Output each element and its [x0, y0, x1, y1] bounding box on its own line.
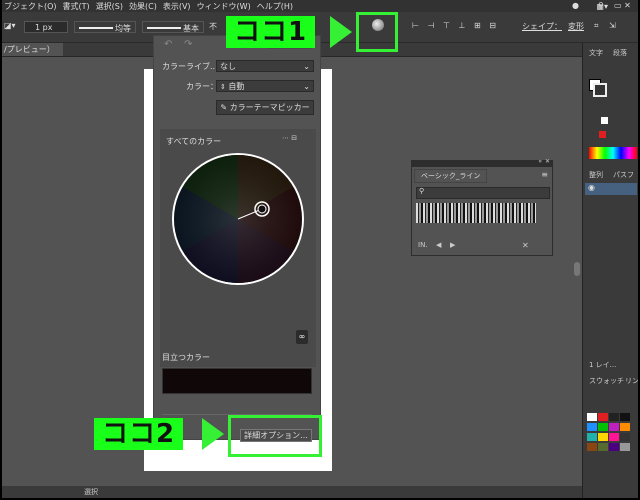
right-dock: 文字 段落 整列 パスファ ◉ 1 レイ... スウォッチ リン	[582, 43, 638, 498]
color-library-dropdown[interactable]: なし ⌄	[216, 60, 314, 72]
prominent-colors-label: 目立つカラー	[162, 353, 210, 362]
stroke-width-value: 1 px	[35, 23, 53, 32]
callout-1-highlight	[356, 12, 398, 52]
small-swatch-red[interactable]	[599, 131, 606, 138]
visibility-icon[interactable]: ◉	[588, 183, 595, 192]
tab-character[interactable]: 文字	[589, 47, 603, 59]
tab-swatches[interactable]: スウォッチ	[589, 375, 624, 387]
brush-search-input[interactable]: ⚲	[416, 187, 550, 199]
prominent-colors-bar[interactable]	[162, 368, 312, 394]
brush-library-menu-icon[interactable]: IN.	[418, 241, 428, 249]
chevron-down-icon: ⌄	[303, 82, 310, 91]
color-count-dropdown[interactable]: ⇕ 自動 ⌄	[216, 80, 314, 92]
color-wheel[interactable]	[170, 151, 306, 287]
color-library-value: なし	[220, 62, 236, 71]
menu-item-select[interactable]: 選択(S)	[96, 1, 123, 12]
stroke-profile-label: 均等	[115, 24, 131, 33]
callout-1: ココ1	[226, 16, 354, 48]
color-count-label: カラー：	[186, 82, 218, 91]
tab-pathfinder[interactable]: パスファ	[613, 169, 638, 191]
close-icon[interactable]: ✕	[545, 158, 550, 165]
stroke-icon[interactable]: ◪▾	[4, 21, 16, 33]
stroke-profile-dropdown[interactable]: 均等	[74, 21, 136, 33]
layers-count-label: 1 レイ...	[589, 361, 617, 369]
spectrum-bar[interactable]	[589, 147, 637, 159]
color-count-value: 自動	[228, 82, 245, 91]
brush-panel-header: » ✕	[412, 158, 552, 167]
menu-item-type[interactable]: 書式(T)	[63, 1, 90, 12]
tab-links[interactable]: リン	[625, 375, 638, 387]
color-library-label: カラーライブ...	[162, 62, 218, 71]
next-library-icon[interactable]: ▶	[450, 241, 455, 249]
callout-2-highlight	[228, 415, 322, 457]
vertical-scrollbar[interactable]	[574, 262, 580, 276]
align-icons[interactable]: ⊢ ⊣ ⊤ ⊥ ⊞ ⊟	[412, 21, 499, 33]
brush-thumbnails[interactable]	[416, 203, 536, 223]
small-swatch-white[interactable]	[601, 117, 608, 124]
chevron-down-icon: ⌄	[303, 62, 310, 71]
layer-row[interactable]: ◉	[585, 183, 637, 195]
recolor-panel: ↶ ↷ リセット カラーライブ... なし ⌄ カラー： ⇕ 自動 ⌄ ✎ カラ…	[153, 35, 321, 442]
all-colors-label: すべてのカラー	[166, 137, 222, 146]
brush-definition-dropdown[interactable]: 基本	[142, 21, 204, 33]
stepper-icon: ⇕	[220, 83, 226, 91]
remove-brush-icon[interactable]: ✕	[522, 241, 529, 250]
app-window: ブジェクト(O) 書式(T) 選択(S) 効果(C) 表示(V) ウィンドウ(W…	[2, 0, 638, 498]
search-icon: ⚲	[419, 187, 425, 195]
panel-menu-icon[interactable]: ≡	[541, 170, 548, 179]
prev-library-icon[interactable]: ◀	[436, 241, 441, 249]
swatch-grid[interactable]	[587, 413, 637, 473]
transform-label[interactable]: 変形	[568, 21, 584, 33]
link-harmony-icon[interactable]: ∞	[296, 330, 308, 344]
callout-2-arrow	[202, 418, 224, 450]
status-tool: 選択	[84, 488, 98, 496]
status-bar: 選択	[2, 486, 582, 498]
opacity-label: 不	[209, 22, 217, 31]
window-controls[interactable]: ▭ ✕	[614, 1, 631, 13]
callout-1-label: ココ1	[226, 16, 316, 48]
stroke-width-field[interactable]: 1 px	[24, 21, 68, 33]
callout-2-label: ココ2	[94, 418, 184, 450]
menu-bar: ブジェクト(O) 書式(T) 選択(S) 効果(C) 表示(V) ウィンドウ(W…	[2, 0, 638, 12]
wheel-mode-icons[interactable]: ⋯ ⊟	[282, 134, 297, 142]
tab-align[interactable]: 整列	[589, 169, 603, 181]
fill-stroke-icon-2[interactable]	[593, 83, 607, 97]
color-theme-picker-label: カラーテーマピッカー	[229, 103, 310, 112]
brush-library-panel: » ✕ ベーシック_ライン ≡ ⚲ IN. ◀ ▶ ✕	[411, 158, 553, 256]
brush-panel-tab[interactable]: ベーシック_ライン	[414, 169, 488, 183]
stroke-profile-line	[79, 27, 113, 29]
menu-item-view[interactable]: 表示(V)	[163, 1, 191, 12]
collapse-icon[interactable]: »	[538, 158, 542, 165]
document-tab[interactable]: /プレビュー）	[2, 43, 63, 56]
menu-item-object[interactable]: ブジェクト(O)	[4, 1, 57, 12]
brush-definition-label: 基本	[183, 24, 199, 33]
shape-label[interactable]: シェイプ：	[522, 21, 562, 33]
search-icon[interactable]: ⚲	[598, 1, 604, 13]
transform-icons[interactable]: ⌗ ⇲	[594, 21, 620, 33]
menu-item-effect[interactable]: 効果(C)	[129, 1, 157, 12]
redo-icon[interactable]: ↷	[184, 39, 192, 50]
color-theme-picker-button[interactable]: ✎ カラーテーマピッカー	[216, 100, 314, 115]
callout-2: ココ2	[94, 418, 226, 450]
tab-paragraph[interactable]: 段落	[613, 47, 627, 59]
user-icon[interactable]: ●	[572, 1, 579, 13]
eyedropper-icon: ✎	[220, 103, 228, 112]
menu-item-help[interactable]: ヘルプ(H)	[257, 1, 293, 12]
brush-definition-line	[147, 27, 181, 29]
menu-item-window[interactable]: ウィンドウ(W)	[197, 1, 251, 12]
undo-icon[interactable]: ↶	[164, 39, 172, 50]
callout-1-arrow	[330, 16, 352, 48]
